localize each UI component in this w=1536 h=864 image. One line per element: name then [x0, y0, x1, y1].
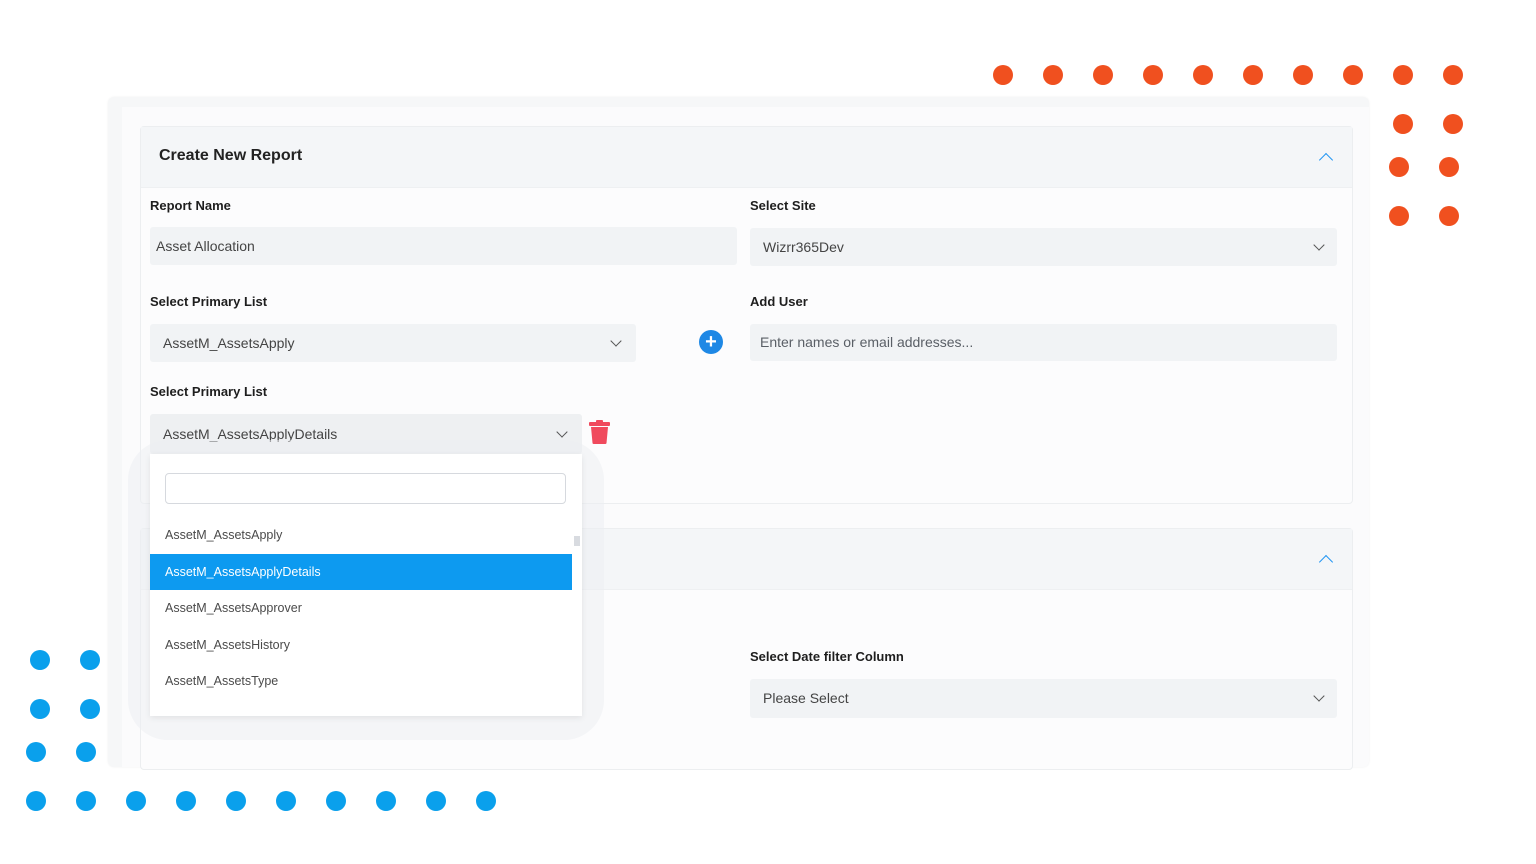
report-name-label: Report Name — [150, 198, 231, 213]
chevron-up-icon[interactable] — [1318, 152, 1334, 168]
chevron-down-icon — [556, 426, 568, 438]
plus-circle-icon: + — [705, 331, 717, 353]
dropdown-option-label: AssetM_AssetsType — [165, 674, 279, 688]
dropdown-option-label: AssetM_AssetsApprover — [165, 601, 302, 615]
report-name-input[interactable]: Asset Allocation — [150, 227, 737, 265]
dropdown-option[interactable]: AssetM_AssetsApply — [150, 517, 572, 553]
trash-icon[interactable] — [589, 420, 610, 444]
chevron-down-icon — [1313, 239, 1325, 251]
dropdown-option[interactable]: AssetM_AssetsApprover — [150, 590, 572, 626]
dropdown-option[interactable]: AssetM_AssetsType — [150, 663, 572, 699]
primary-list-dropdown[interactable]: AssetM_AssetsApply — [150, 324, 636, 362]
primary-list-label: Select Primary List — [150, 294, 268, 309]
report-name-value: Asset Allocation — [156, 238, 255, 254]
dropdown-option-label: AssetM_AssetsApply — [165, 528, 283, 542]
chevron-down-icon — [610, 335, 622, 347]
dropdown-option-label: AssetM_AssetsApplyDetails — [165, 565, 321, 579]
add-list-button[interactable]: + — [699, 330, 723, 354]
add-user-input[interactable]: Enter names or email addresses... — [750, 324, 1337, 361]
card-title: Create New Report — [159, 147, 303, 164]
primary-list-value: AssetM_AssetsApply — [163, 335, 295, 351]
select-site-value: Wizrr365Dev — [763, 239, 844, 255]
date-filter-dropdown[interactable]: Please Select — [750, 679, 1337, 718]
create-report-header[interactable]: Create New Report — [141, 127, 1352, 188]
list-dropdown-menu: AssetM_AssetsApply AssetM_AssetsApplyDet… — [150, 454, 582, 716]
date-filter-value: Please Select — [763, 690, 849, 706]
dropdown-search-input[interactable] — [165, 473, 566, 504]
dropdown-option-label: AssetM_AssetsHistory — [165, 638, 291, 652]
dropdown-scrollbar[interactable] — [574, 536, 580, 546]
select-site-label: Select Site — [750, 198, 816, 213]
select-site-dropdown[interactable]: Wizrr365Dev — [750, 228, 1337, 266]
secondary-list-label: Select Primary List — [150, 384, 268, 399]
chevron-up-icon[interactable] — [1318, 554, 1334, 570]
dropdown-option[interactable]: AssetM_AssetsHistory — [150, 627, 572, 663]
date-filter-label: Select Date filter Column — [750, 649, 904, 664]
dropdown-option-selected[interactable]: AssetM_AssetsApplyDetails — [150, 554, 572, 590]
add-user-placeholder: Enter names or email addresses... — [760, 334, 974, 350]
chevron-down-icon — [1313, 690, 1325, 702]
add-user-label: Add User — [750, 294, 808, 309]
